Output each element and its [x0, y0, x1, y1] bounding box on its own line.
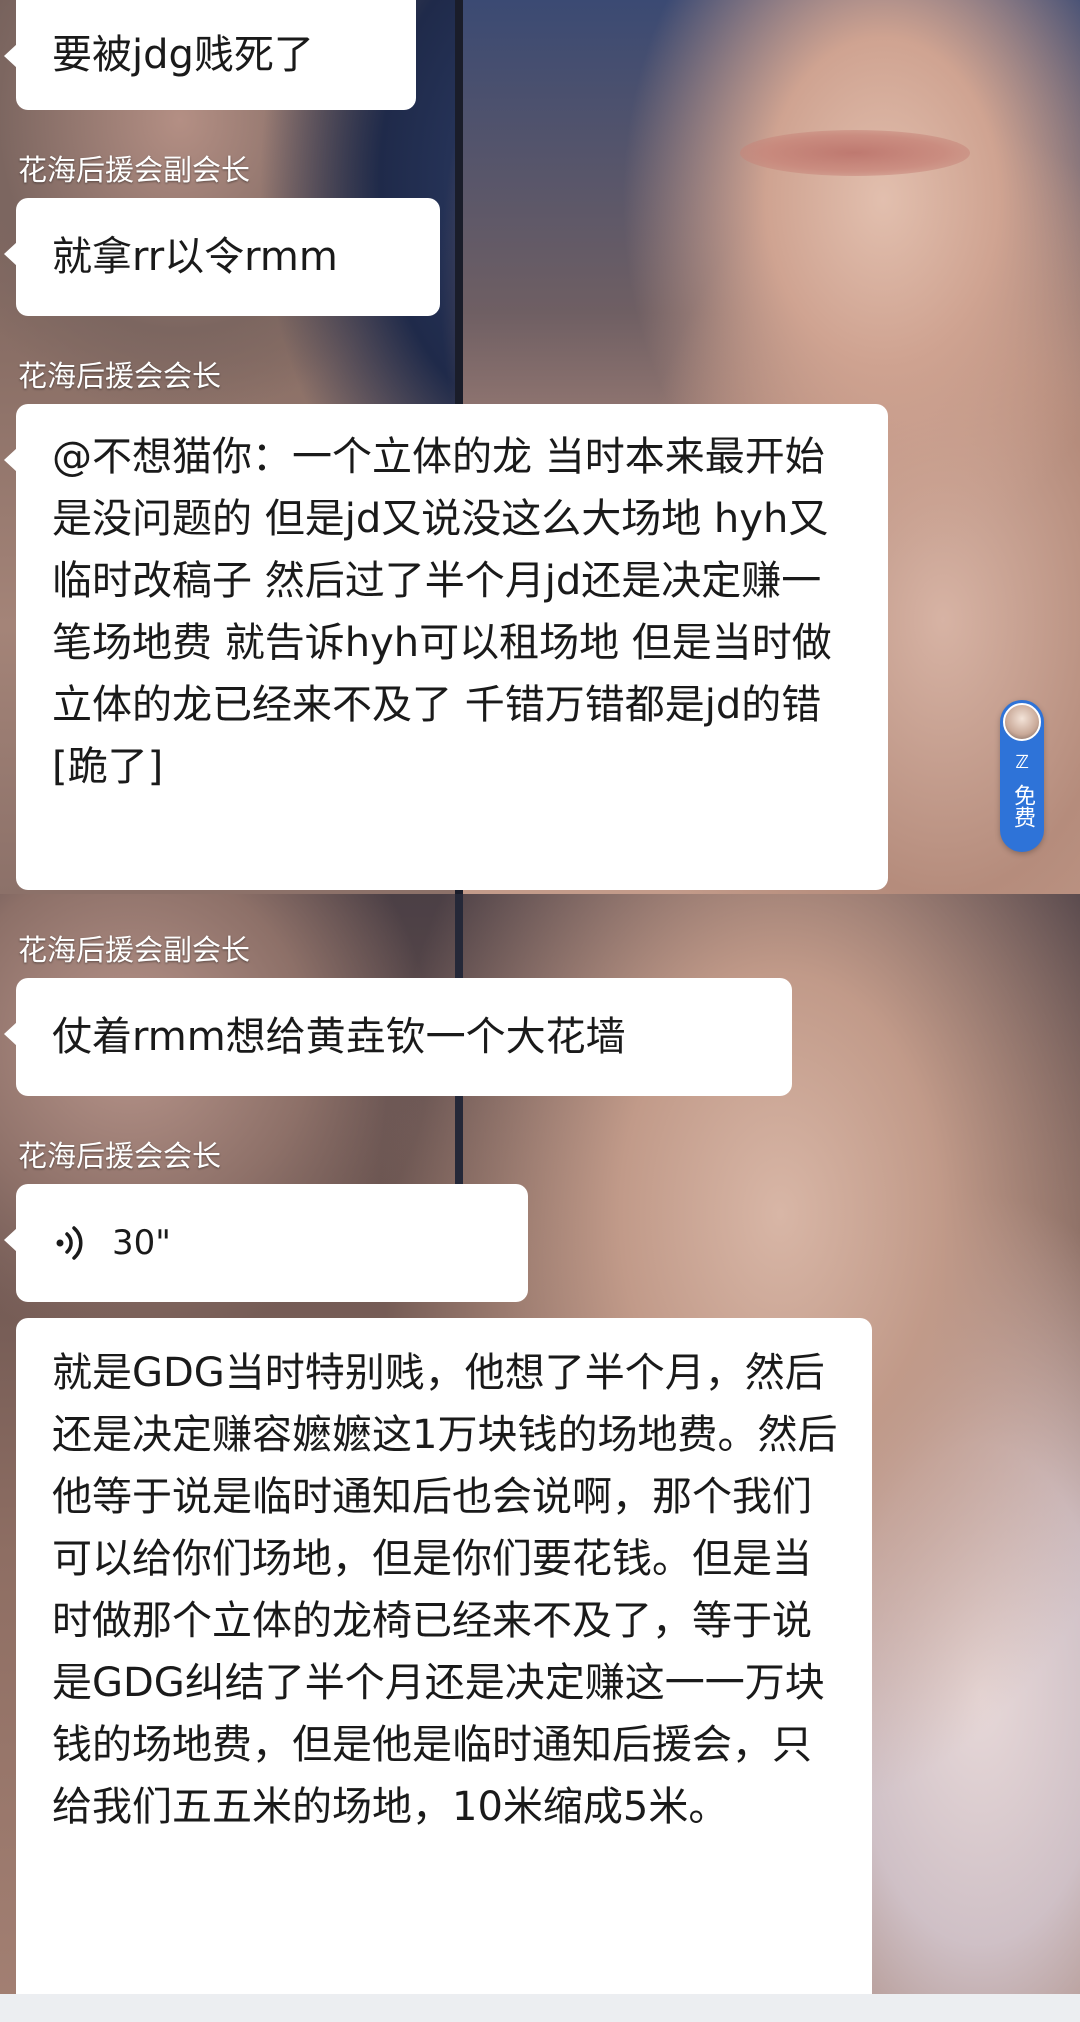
- message-text: 就是GDG当时特别贱，他想了半个月，然后还是决定赚容嬷嬷这1万块钱的场地费。然后…: [52, 1350, 838, 1830]
- message-bubble[interactable]: @不想猫你：一个立体的龙 当时本来最开始是没问题的 但是jd又说没这么大场地 h…: [4, 404, 888, 890]
- message-bubble[interactable]: 就拿rr以令rmm: [4, 198, 440, 316]
- message-text: 就拿rr以令rmm: [52, 234, 338, 280]
- message-text: 要被jdg贱死了: [52, 32, 314, 78]
- sender-name[interactable]: 花海后援会会长: [18, 358, 221, 394]
- chat-list: 要被jdg贱死了 花海后援会副会长 就拿rr以令rmm 花海后援会会长 @不想猫…: [0, 0, 1080, 2022]
- screenshot-canvas: ℤ 免费 要被jdg贱死了 花海后援会副会长 就拿rr以令rmm 花海后援会会长…: [0, 0, 1080, 2022]
- message-text: @不想猫你：一个立体的龙 当时本来最开始是没问题的 但是jd又说没这么大场地 h…: [52, 434, 832, 790]
- sender-name[interactable]: 花海后援会会长: [18, 1138, 221, 1174]
- message-bubble[interactable]: 仗着rmm想给黄垚钦一个大花墙: [4, 978, 792, 1096]
- sender-name[interactable]: 花海后援会副会长: [18, 152, 250, 188]
- voice-duration: 30": [112, 1223, 171, 1263]
- message-text: 仗着rmm想给黄垚钦一个大花墙: [52, 1014, 626, 1060]
- sender-name[interactable]: 花海后援会副会长: [18, 932, 250, 968]
- message-bubble[interactable]: 就是GDG当时特别贱，他想了半个月，然后还是决定赚容嬷嬷这1万块钱的场地费。然后…: [16, 1318, 872, 1994]
- voice-wave-icon[interactable]: [52, 1223, 92, 1263]
- voice-message-bubble[interactable]: 30": [4, 1184, 528, 1302]
- message-bubble[interactable]: 要被jdg贱死了: [4, 0, 416, 110]
